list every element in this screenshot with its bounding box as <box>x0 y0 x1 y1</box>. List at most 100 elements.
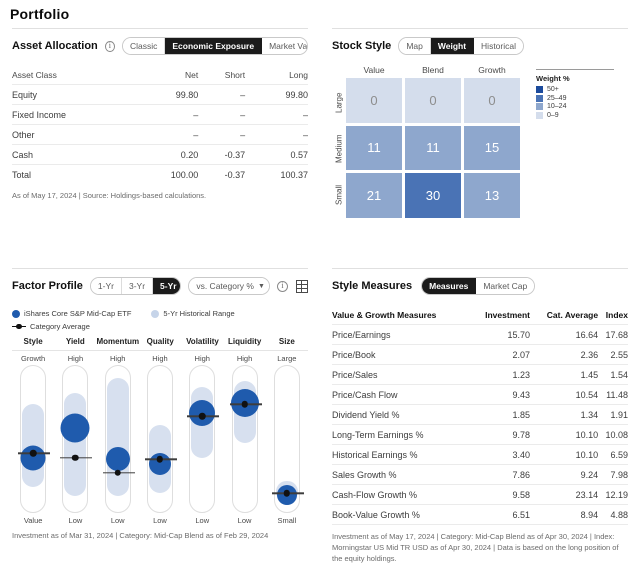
factor-name-label: Size <box>278 337 295 346</box>
asset-allocation-panel: Asset Allocation i Classic Economic Expo… <box>0 22 320 262</box>
factor-bar[interactable] <box>229 365 262 513</box>
toggle-market-cap[interactable]: Market Cap <box>476 278 535 294</box>
cell-measure: Cash-Flow Growth % <box>332 484 471 505</box>
factor-bar[interactable] <box>18 365 51 513</box>
table-row: Fixed Income – – – <box>12 104 308 125</box>
factor-bar[interactable] <box>60 365 93 513</box>
cell-index: 17.68 <box>598 324 628 345</box>
table-row: Book-Value Growth % 6.51 8.94 4.88 <box>332 504 628 525</box>
toggle-1yr[interactable]: 1-Yr <box>90 278 122 294</box>
toggle-3yr[interactable]: 3-Yr <box>121 278 154 294</box>
col-label-value: Value <box>363 65 385 75</box>
category-average-dot <box>114 469 121 476</box>
toggle-map[interactable]: Map <box>399 38 431 54</box>
legend-label: 0–9 <box>547 111 559 119</box>
stock-style-toggle-group[interactable]: Map Weight Historical <box>398 37 524 55</box>
stock-style-cell[interactable]: 11 <box>405 125 461 171</box>
factor-name: Volatility <box>181 337 223 350</box>
category-average-dot <box>283 490 291 497</box>
cell-investment: 9.43 <box>470 384 530 405</box>
category-average-dot <box>241 401 248 408</box>
toggle-measures[interactable]: Measures <box>422 278 477 294</box>
investment-bubble <box>20 445 46 471</box>
toggle-market-value[interactable]: Market Value <box>262 38 307 54</box>
legend-label: 25–49 <box>547 94 567 102</box>
factor-profile-period-toggle[interactable]: 1-Yr 3-Yr 5-Yr <box>89 277 182 295</box>
factor-bottom-label: Value <box>23 516 43 525</box>
cell-net: 99.80 <box>135 84 199 105</box>
col-short: Short <box>198 65 246 85</box>
cell-measure: Sales Growth % <box>332 464 471 485</box>
cell-investment: 6.51 <box>470 504 530 525</box>
factor-name-label: Quality <box>146 337 174 346</box>
legend-item-investment: iShares Core S&P Mid-Cap ETF <box>12 309 131 318</box>
table-view-icon[interactable] <box>296 280 308 293</box>
factor-top-label: High <box>67 354 84 363</box>
factor-column[interactable]: Growth Value <box>12 351 54 525</box>
stock-style-matrix: Large Medium Small Value Blend Growth 00… <box>332 65 520 218</box>
factor-bar[interactable] <box>102 365 135 513</box>
factor-top-label: High <box>236 354 253 363</box>
legend-label: Category Average <box>30 322 90 331</box>
table-header-row: Asset Class Net Short Long <box>12 65 308 85</box>
toggle-historical[interactable]: Historical <box>474 38 523 54</box>
cell-measure: Long-Term Earnings % <box>332 424 471 445</box>
factor-column[interactable]: High Low <box>181 351 223 525</box>
factor-column[interactable]: High Low <box>54 351 96 525</box>
stock-style-cell[interactable]: 13 <box>464 173 520 218</box>
stock-style-cell[interactable]: 30 <box>405 173 461 218</box>
factor-column[interactable]: High Low <box>223 351 265 525</box>
table-row: Equity 99.80 – 99.80 <box>12 84 308 105</box>
factor-column[interactable]: High Low <box>139 351 181 525</box>
table-row: Price/Sales 1.23 1.45 1.54 <box>332 364 628 385</box>
cell-measure: Book-Value Growth % <box>332 504 471 525</box>
factor-bar[interactable] <box>187 365 220 513</box>
legend-item: 10–24 <box>536 103 628 110</box>
stock-style-cell[interactable]: 0 <box>405 78 461 123</box>
asset-allocation-toggle-group[interactable]: Classic Economic Exposure Market Value <box>121 37 308 55</box>
stock-style-cell[interactable]: 15 <box>464 125 520 171</box>
toggle-weight[interactable]: Weight <box>430 38 475 54</box>
cell-long: 0.57 <box>245 144 308 165</box>
factor-column[interactable]: Large Small <box>266 351 308 525</box>
cell-asset-class: Equity <box>12 84 136 105</box>
legend-item: 50+ <box>536 86 628 93</box>
style-measures-panel: Style Measures Measures Market Cap Value… <box>320 262 640 565</box>
table-row: Cash 0.20 -0.37 0.57 <box>12 144 308 165</box>
cell-cat-average: 9.24 <box>530 464 599 485</box>
info-icon[interactable]: i <box>104 40 115 52</box>
page-title: Portfolio <box>10 6 70 22</box>
toggle-economic-exposure[interactable]: Economic Exposure <box>165 38 263 54</box>
info-icon[interactable]: i <box>277 280 288 292</box>
stock-style-cell[interactable]: 0 <box>464 78 520 123</box>
legend-item-category-average: Category Average <box>12 322 90 331</box>
toggle-classic[interactable]: Classic <box>122 38 166 54</box>
factor-profile-comparison-dropdown[interactable]: vs. Category % ▼ <box>188 277 270 295</box>
dot-icon <box>151 309 160 318</box>
cell-cat-average: 8.94 <box>530 504 599 525</box>
factor-top-label: Growth <box>21 354 46 363</box>
chevron-down-icon: ▼ <box>257 282 265 290</box>
cell-long: – <box>245 124 308 145</box>
factor-name: Size <box>266 337 308 350</box>
dropdown-vs-category[interactable]: vs. Category % ▼ <box>189 278 270 294</box>
stock-style-cell[interactable]: 11 <box>346 125 402 171</box>
style-measures-toggle-group[interactable]: Measures Market Cap <box>421 277 536 295</box>
legend-item: 25–49 <box>536 94 628 102</box>
stock-style-cell[interactable]: 0 <box>346 78 402 123</box>
cell-long: 100.37 <box>245 164 308 184</box>
factor-name-label: Momentum <box>96 337 140 346</box>
toggle-5yr[interactable]: 5-Yr <box>153 278 181 294</box>
table-row: Price/Cash Flow 9.43 10.54 11.48 <box>332 384 628 405</box>
stock-style-cell[interactable]: 21 <box>346 173 402 218</box>
asset-allocation-title: Asset Allocation <box>12 40 98 52</box>
factor-name: Liquidity <box>224 337 266 350</box>
factor-bar[interactable] <box>271 365 304 513</box>
historical-range <box>106 377 129 497</box>
factor-name-label: Style <box>23 337 43 346</box>
cell-measure: Price/Sales <box>332 364 471 385</box>
factor-column[interactable]: High Low <box>97 351 139 525</box>
cell-index: 1.91 <box>598 404 628 425</box>
legend-swatch-50plus <box>536 86 543 93</box>
factor-bar[interactable] <box>144 365 177 513</box>
